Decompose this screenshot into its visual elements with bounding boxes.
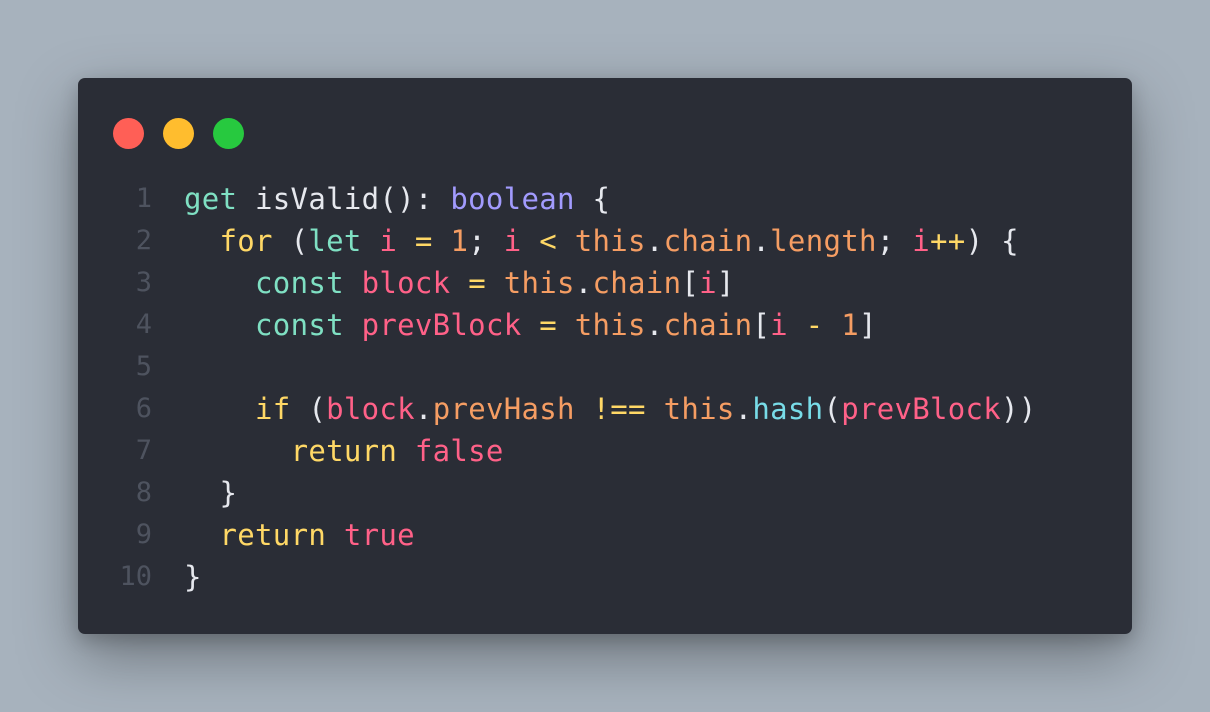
code-token: ( [272, 224, 309, 258]
code-token: . [752, 224, 771, 258]
code-token: } [184, 476, 238, 510]
code-token: . [734, 392, 753, 426]
code-token: = [397, 224, 451, 258]
line-number: 1 [135, 183, 152, 214]
code-token: get [184, 182, 238, 216]
code-token: = [450, 266, 504, 300]
line-number: 4 [135, 309, 152, 340]
line-code: return false [184, 430, 504, 472]
code-token: prevBlock [841, 392, 1002, 426]
minimize-button[interactable] [163, 118, 194, 149]
code-token: i [912, 224, 931, 258]
line-number: 3 [135, 267, 152, 298]
line-number: 6 [135, 393, 152, 424]
code-token: . [574, 266, 593, 300]
code-token: ) { [965, 224, 1019, 258]
line-number: 8 [135, 477, 152, 508]
code-token: length [770, 224, 877, 258]
code-token: [ [752, 308, 771, 342]
code-token: this [574, 224, 646, 258]
code-token: const [255, 266, 344, 300]
code-token: )) [1001, 392, 1037, 426]
code-token: false [414, 434, 504, 468]
code-token: chain [592, 266, 682, 300]
code-token: hash [752, 392, 824, 426]
code-token: ++ [930, 224, 966, 258]
code-token: this [503, 266, 575, 300]
line-code: const block = this.chain[i] [184, 262, 735, 304]
line-number: 10 [119, 561, 152, 592]
line-code: return true [184, 514, 415, 556]
code-token: - [787, 308, 842, 342]
code-token: !== [574, 392, 664, 426]
code-token: ] [858, 308, 877, 342]
code-token: this [663, 392, 735, 426]
code-token: isValid(): [237, 182, 451, 216]
code-token: boolean [450, 182, 575, 216]
code-token: let [308, 224, 362, 258]
line-code: } [184, 556, 202, 598]
code-token: true [343, 518, 415, 552]
code-token: chain [663, 224, 753, 258]
code-token: . [414, 392, 433, 426]
line-code: const prevBlock = this.chain[i - 1] [184, 304, 877, 346]
code-token: 1 [450, 224, 469, 258]
code-token: block [326, 392, 415, 426]
code-token: 1 [841, 308, 859, 342]
window-controls [113, 118, 244, 149]
line-number: 2 [135, 225, 152, 256]
line-code: if (block.prevHash !== this.hash(prevBlo… [184, 388, 1037, 430]
close-button[interactable] [113, 118, 144, 149]
code-token: i [699, 266, 717, 300]
line-code: } [184, 472, 237, 514]
zoom-button[interactable] [213, 118, 244, 149]
line-number: 5 [135, 351, 152, 382]
line-number: 7 [135, 435, 152, 466]
line-code: for (let i = 1; i < this.chain.length; i… [184, 220, 1019, 262]
code-token: < [521, 224, 575, 258]
code-token: ; [468, 224, 504, 258]
code-token: = [521, 308, 575, 342]
code-token: i [379, 224, 398, 258]
code-token: ] [716, 266, 735, 300]
line-code: get isValid(): boolean { [184, 178, 610, 220]
code-window: 1 get isValid(): boolean {2 for (let i = … [78, 78, 1132, 634]
code-token: prevBlock [361, 308, 522, 342]
code-token: block [361, 266, 451, 300]
code-token: i [770, 308, 788, 342]
code-token: { [574, 182, 611, 216]
code-token: for [219, 224, 273, 258]
code-token: } [184, 560, 202, 594]
code-token: if [255, 392, 291, 426]
line-number: 9 [135, 519, 152, 550]
code-token: ; [876, 224, 913, 258]
code-token: return [219, 518, 327, 552]
code-token: ( [823, 392, 842, 426]
code-token: . [645, 308, 664, 342]
code-token: this [574, 308, 646, 342]
code-token: chain [663, 308, 753, 342]
code-token: const [255, 308, 344, 342]
code-token: return [290, 434, 398, 468]
code-token: . [645, 224, 664, 258]
code-token: ( [290, 392, 327, 426]
code-token: i [503, 224, 522, 258]
code-token: prevHash [432, 392, 575, 426]
code-token: [ [681, 266, 700, 300]
